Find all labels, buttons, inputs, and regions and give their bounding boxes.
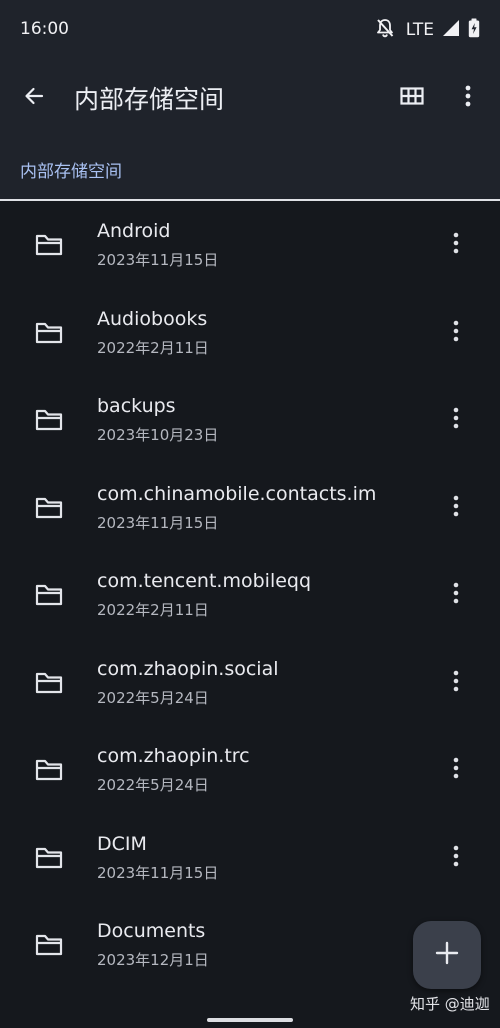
file-name: backups [97,395,176,417]
breadcrumb[interactable]: 内部存储空间 [20,157,122,182]
battery-charging-icon [468,18,480,42]
more-vert-icon [464,85,472,111]
signal-icon [442,19,460,41]
file-date: 2023年10月23日 [97,426,219,444]
list-item[interactable]: com.zhaopin.social 2022年5月24日 [0,639,500,725]
create-button[interactable] [413,921,481,989]
more-vert-icon [452,407,460,433]
file-name: DCIM [97,832,147,855]
more-vert-icon [452,845,460,871]
item-more-button[interactable] [438,225,474,265]
app-bar: 16:00 LTE 内部存储空间 内部存储空间 [0,0,500,200]
status-bar: 16:00 LTE [0,0,500,60]
more-vert-icon [452,757,460,783]
item-more-button[interactable] [438,838,474,878]
file-name: Audiobooks [97,307,208,330]
file-date: 2022年5月24日 [97,688,209,707]
folder-icon [34,583,64,607]
page-title: 内部存储空间 [74,85,225,114]
list-item[interactable]: Android 2023年11月15日 [0,201,500,287]
list-item[interactable]: com.chinamobile.contacts.im 2023年11月15日 [0,464,500,550]
folder-icon [34,846,64,870]
more-vert-icon [452,582,460,608]
list-item[interactable]: backups 2023年10月23日 [0,376,500,462]
folder-icon [34,758,64,782]
item-more-button[interactable] [438,488,474,528]
status-icons: LTE [376,18,480,42]
more-vert-icon [452,495,460,521]
file-name: Documents [97,920,206,942]
list-item[interactable]: Audiobooks 2022年2月11日 [0,289,500,375]
back-button[interactable] [14,78,54,118]
list-item[interactable]: com.tencent.mobileqq 2022年2月11日 [0,551,500,637]
file-name: com.zhaopin.trc [97,745,250,767]
file-name: com.chinamobile.contacts.im [97,482,377,505]
item-more-button[interactable] [438,575,474,615]
folder-icon [34,933,64,957]
folder-icon [34,496,64,520]
folder-icon [34,233,64,257]
item-more-button[interactable] [438,750,474,790]
file-date: 2023年11月15日 [97,251,219,269]
toolbar: 内部存储空间 [0,60,500,136]
file-name: com.zhaopin.social [97,657,279,680]
list-item[interactable]: com.zhaopin.trc 2022年5月24日 [0,726,500,812]
folder-icon [34,671,64,695]
grid-view-button[interactable] [392,78,432,118]
file-date: 2023年11月15日 [97,863,219,882]
folder-icon [34,321,64,345]
watermark: 知乎 @迪迦 [410,995,490,1013]
item-more-button[interactable] [438,663,474,703]
file-name: com.tencent.mobileqq [97,570,312,592]
file-list: Android 2023年11月15日 Audiobooks 2022年2月11… [0,201,500,1028]
back-arrow-icon [22,84,46,112]
file-date: 2022年2月11日 [97,601,209,619]
file-name: Android [97,220,171,242]
plus-icon [435,941,459,969]
file-date: 2023年11月15日 [97,513,219,532]
more-vert-icon [452,320,460,346]
folder-icon [34,408,64,432]
list-item[interactable]: DCIM 2023年11月15日 [0,814,500,900]
file-date: 2022年5月24日 [97,776,209,794]
file-date: 2022年2月11日 [97,338,209,357]
more-options-button[interactable] [448,78,488,118]
file-date: 2023年12月1日 [97,951,209,969]
home-indicator[interactable] [207,1018,293,1022]
item-more-button[interactable] [438,313,474,353]
more-vert-icon [452,670,460,696]
status-time: 16:00 [20,19,69,39]
network-type: LTE [405,20,434,40]
more-vert-icon [452,232,460,258]
item-more-button[interactable] [438,400,474,440]
notifications-off-icon [376,18,394,42]
grid-view-icon [400,86,424,110]
